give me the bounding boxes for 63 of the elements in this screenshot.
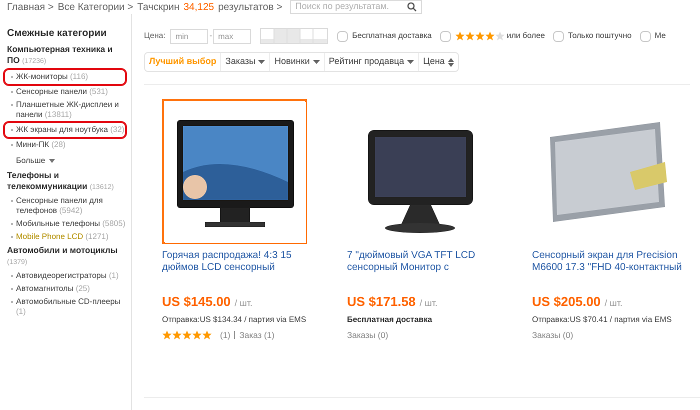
shipping-info: Отправка:US $70.41 / партия via EMS [532, 314, 673, 326]
review-count: (1) [220, 328, 230, 342]
category-link[interactable]: Автовидеорегистраторы (1) [7, 271, 127, 281]
shipping-info: Отправка:US $134.34 / партия via EMS [162, 314, 308, 326]
star-icon [464, 31, 475, 41]
product-price: US $205.00 [532, 293, 601, 311]
max-price-field[interactable]: max [213, 28, 252, 44]
filter-checkbox[interactable]: или более [440, 30, 545, 42]
star-icon [172, 330, 182, 340]
more-link[interactable]: Больше [7, 155, 56, 167]
filter-checkbox[interactable]: Бесплатная доставка [337, 30, 432, 42]
search-field[interactable]: Поиск по результатам. [290, 0, 422, 14]
results-label: результатов > [218, 0, 282, 14]
breadcrumb-link[interactable]: Тачскрин [137, 0, 180, 14]
product-price: US $171.58 [347, 293, 416, 311]
star-icon [474, 31, 485, 41]
category-link[interactable]: Сенсорные панели для телефонов (5942) [7, 196, 127, 216]
product-price: US $145.00 [162, 293, 231, 311]
price-label: Цена: [144, 30, 166, 42]
min-price-field[interactable]: min [170, 28, 208, 44]
filter-checkbox[interactable]: Ме [640, 30, 666, 42]
sort-tab[interactable]: Заказы [220, 53, 270, 71]
star-icon [494, 31, 505, 41]
star-icon [162, 330, 172, 340]
category-link[interactable]: Автомобильные CD-плееры (1) [7, 297, 127, 317]
category-link[interactable]: Сенсорные панели (531) [7, 87, 127, 97]
order-count: Заказы (0) [347, 328, 388, 342]
category-link[interactable]: Мини-ПК (28) [7, 140, 127, 150]
category-link[interactable]: Планшетные ЖК-дисплеи и панели (13811) [7, 100, 127, 120]
caret-icon [312, 60, 320, 64]
sidebar-title: Смежные категории [7, 27, 108, 41]
view-toggle-icon [260, 28, 328, 44]
unit-label: / шт. [234, 297, 253, 310]
product-title-link[interactable]: Сенсорный экран для Precision M6600 17.3 "FHD 40-контактный [532, 250, 695, 286]
sort-tab[interactable]: Цена [418, 53, 458, 71]
category-link[interactable]: Мобильные телефоны (5805) [7, 219, 127, 229]
sort-icon [448, 58, 454, 66]
order-count: Заказ (1) [239, 328, 274, 342]
breadcrumb-link[interactable]: Все Категории > [58, 0, 134, 14]
result-count: 34,125 [184, 0, 214, 14]
caret-icon [407, 60, 414, 64]
category-link[interactable]: ЖК экраны для ноутбука (32) [5, 123, 125, 137]
product-title-link[interactable]: 7 "дюймовый VGA TFT LCD сенсорный Монитор с [347, 250, 510, 286]
unit-label: / шт. [420, 297, 438, 310]
sort-tab[interactable]: Рейтинг продавца [324, 53, 418, 71]
caret-icon [49, 159, 56, 163]
shipping-info: Бесплатная доставка [347, 314, 434, 326]
category-link[interactable]: Автомагнитолы (25) [7, 284, 127, 294]
star-icon [484, 31, 495, 41]
sort-tab[interactable]: Новинки [269, 53, 324, 71]
star-icon [454, 31, 465, 41]
caret-icon [258, 60, 266, 64]
category-link[interactable]: ЖК-мониторы (116) [5, 70, 125, 84]
search-icon [407, 2, 418, 12]
breadcrumb-link[interactable]: Главная > [7, 0, 54, 14]
price-dash: - [209, 30, 212, 42]
star-icon [182, 330, 192, 340]
unit-label: / шт. [604, 297, 623, 310]
star-icon [192, 330, 202, 340]
star-icon [202, 330, 212, 340]
filter-checkbox[interactable]: Только поштучно [552, 30, 632, 42]
product-title-link[interactable]: Горячая распродажа! 4:3 15 дюймов LCD сенсорный [162, 250, 325, 286]
order-count: Заказы (0) [532, 328, 574, 342]
